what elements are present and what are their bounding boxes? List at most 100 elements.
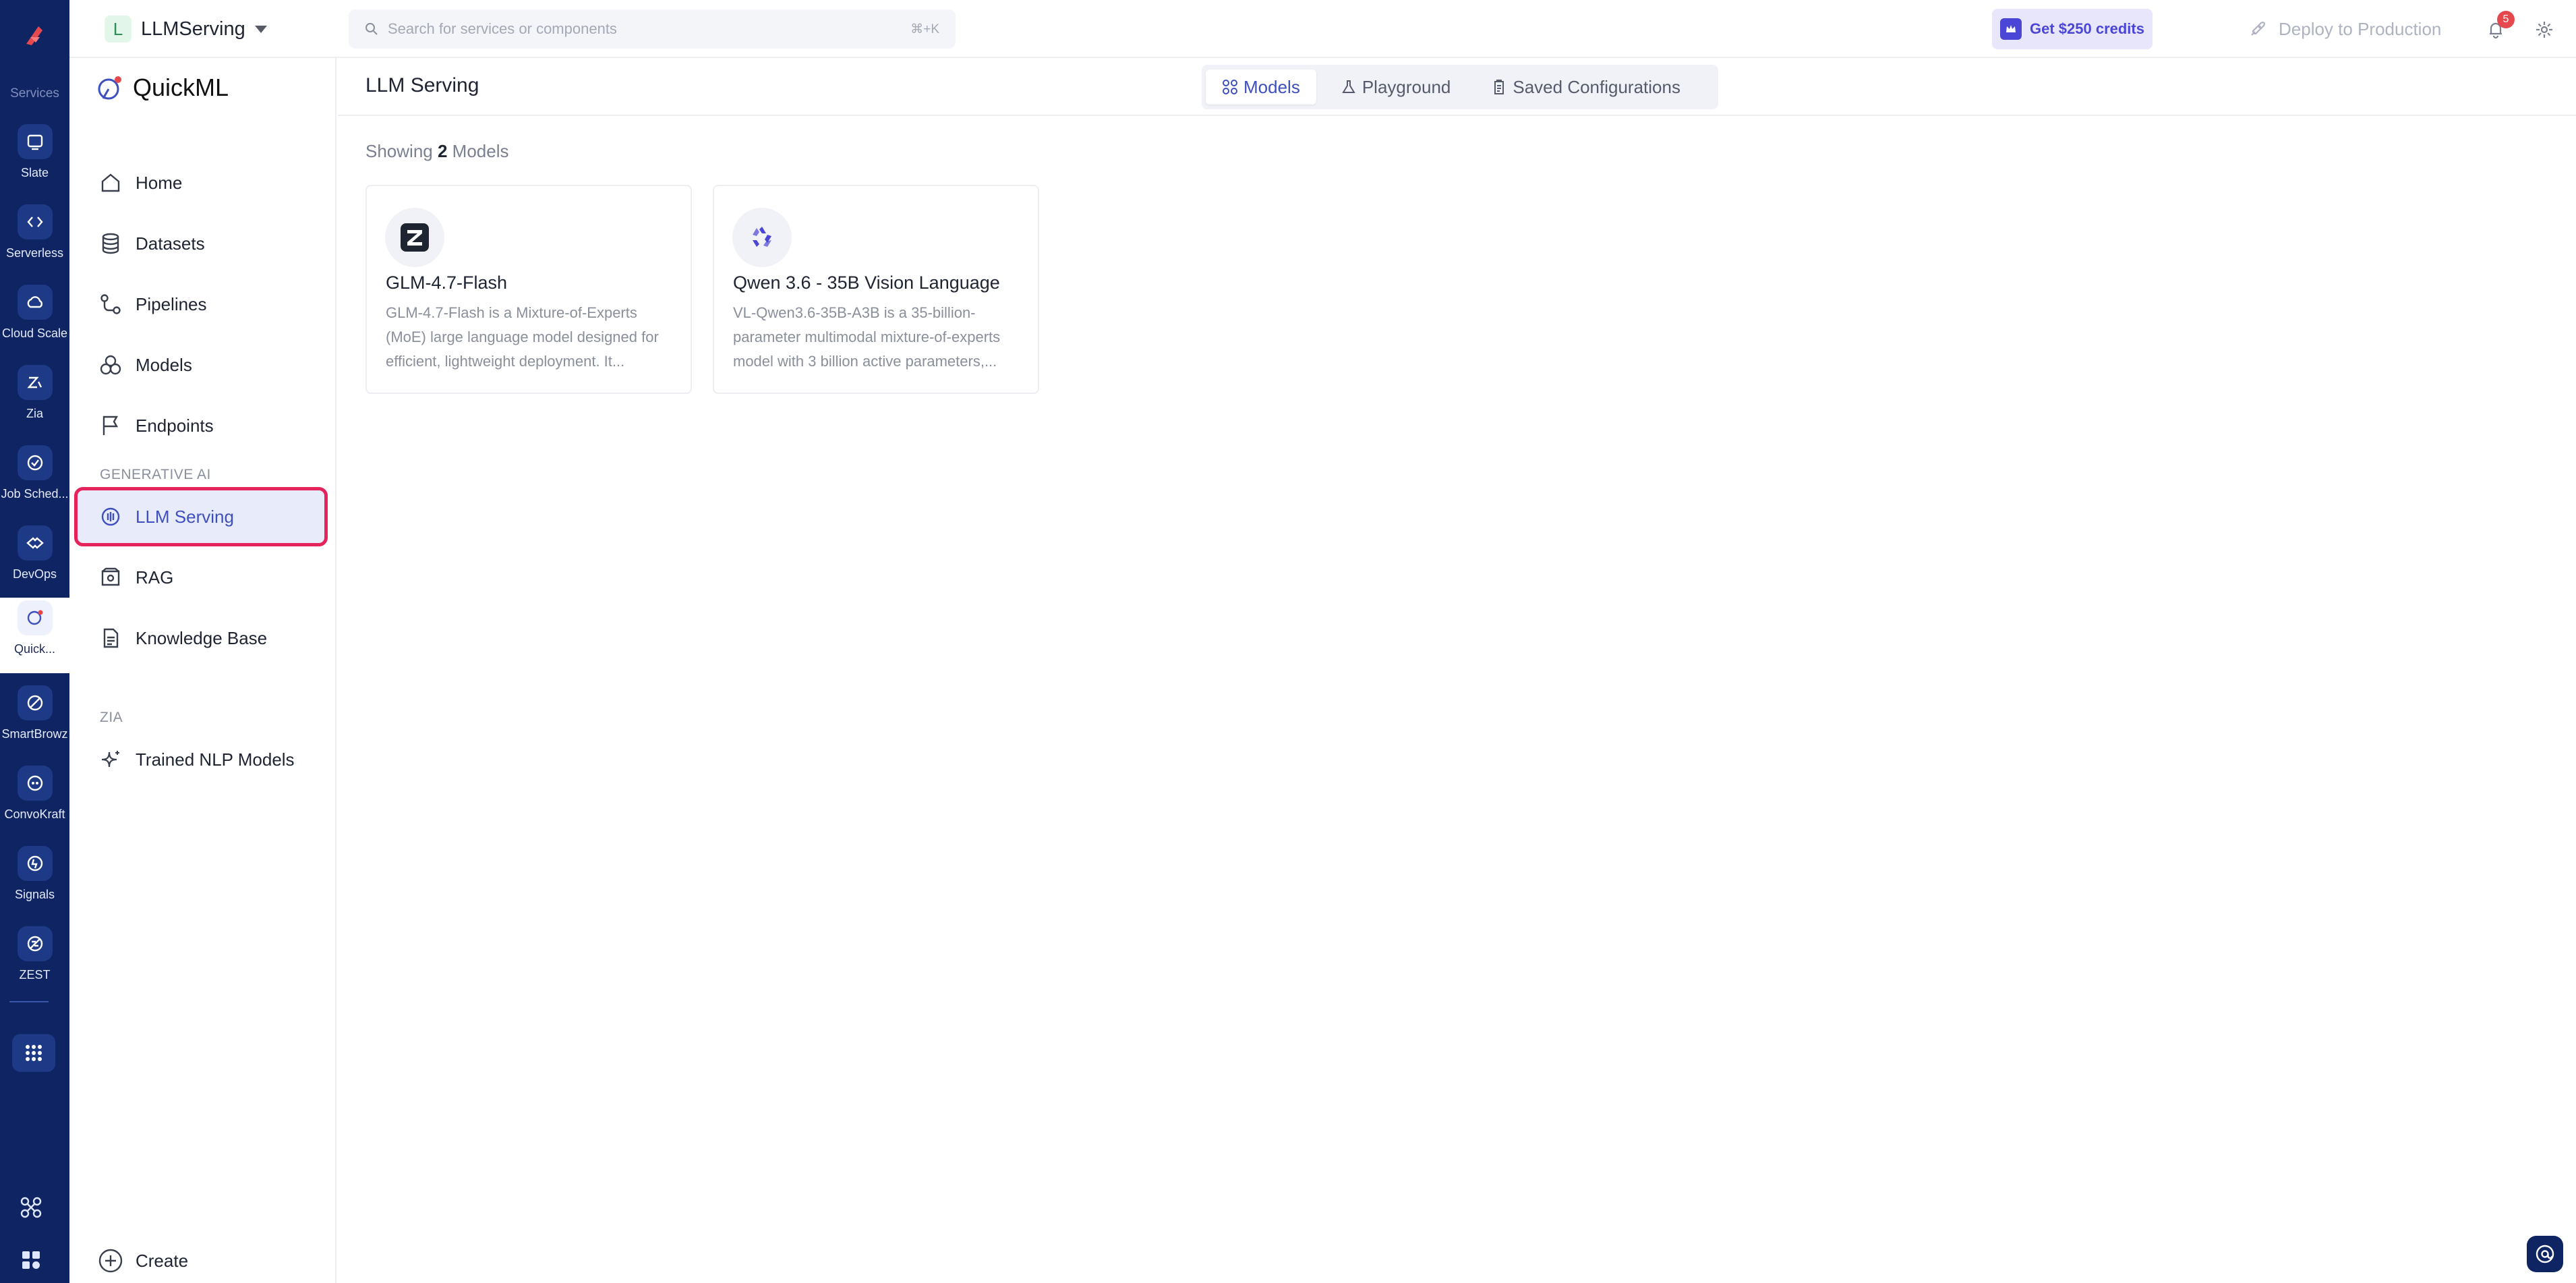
rail-item-label: ZEST bbox=[19, 968, 51, 981]
model-description: VL-Qwen3.6-35B-A3B is a 35-billion-param… bbox=[733, 304, 1001, 370]
rag-icon bbox=[98, 565, 123, 590]
search-bar[interactable]: ⌘+K bbox=[349, 9, 956, 49]
sidebar-item-home[interactable]: Home bbox=[78, 156, 324, 209]
rail-item-label: Signals bbox=[14, 888, 55, 901]
zia-icon bbox=[17, 365, 53, 400]
rail-item-label: DevOps bbox=[12, 567, 57, 581]
sidebar-item-label: Pipelines bbox=[136, 293, 207, 314]
catalyst-logo-icon[interactable] bbox=[15, 16, 54, 55]
rail-item-convokraft[interactable]: ConvoKraft bbox=[0, 763, 69, 838]
model-card-qwen[interactable]: Qwen 3.6 - 35B Vision Language VL-Qwen3.… bbox=[713, 185, 1039, 394]
top-bar: L LLMServing ⌘+K Get $250 credits Deploy… bbox=[69, 0, 2576, 58]
model-name: Qwen 3.6 - 35B Vision Language bbox=[733, 273, 1000, 293]
deploy-to-production-button[interactable]: Deploy to Production bbox=[2248, 12, 2441, 46]
model-card-glm[interactable]: GLM-4.7-Flash GLM-4.7-Flash is a Mixture… bbox=[365, 185, 692, 394]
rail-item-quickml[interactable]: Quick... bbox=[0, 598, 69, 673]
sidebar-item-models[interactable]: Models bbox=[78, 339, 324, 391]
rail-item-serverless[interactable]: Serverless bbox=[0, 202, 69, 277]
quickml-sidebar: QuickML Home Datasets Pipelines Models E… bbox=[69, 58, 336, 1283]
sidebar-item-llm-serving[interactable]: LLM Serving bbox=[74, 487, 328, 546]
rail-item-smartbrowz[interactable]: SmartBrowz bbox=[0, 683, 69, 758]
dashboard-icon[interactable] bbox=[16, 1245, 46, 1275]
search-shortcut: ⌘+K bbox=[910, 22, 939, 36]
tab-label: Playground bbox=[1362, 76, 1451, 97]
tab-models[interactable]: Models bbox=[1206, 69, 1316, 105]
deploy-label: Deploy to Production bbox=[2279, 18, 2442, 39]
sidebar-item-datasets[interactable]: Datasets bbox=[78, 217, 324, 270]
project-name: LLMServing bbox=[141, 18, 245, 40]
sidebar-item-label: RAG bbox=[136, 567, 174, 588]
sidebar-item-pipelines[interactable]: Pipelines bbox=[78, 278, 324, 331]
llm-serving-icon bbox=[98, 504, 123, 530]
all-apps-button[interactable] bbox=[12, 1034, 55, 1072]
rail-item-devops[interactable]: DevOps bbox=[0, 523, 69, 598]
caret-down-icon bbox=[254, 25, 267, 33]
quickml-icon bbox=[17, 600, 53, 635]
view-tabs: Models Playground Saved Configurations bbox=[1202, 65, 1718, 109]
rail-item-label: Quick... bbox=[13, 642, 55, 656]
tab-saved-configurations[interactable]: Saved Configurations bbox=[1475, 69, 1697, 105]
sidebar-item-label: Models bbox=[136, 354, 192, 375]
rail-item-label: Slate bbox=[20, 166, 49, 179]
models-icon bbox=[98, 352, 123, 378]
settings-button[interactable] bbox=[2529, 15, 2559, 45]
qwen-logo-icon bbox=[732, 208, 792, 267]
sidebar-item-rag[interactable]: RAG bbox=[78, 551, 324, 604]
section-label-zia: ZIA bbox=[100, 710, 123, 725]
model-description: GLM-4.7-Flash is a Mixture-of-Experts (M… bbox=[386, 304, 659, 370]
results-count: Showing 2 Models bbox=[365, 141, 509, 162]
page-title: LLM Serving bbox=[365, 74, 479, 96]
rail-item-label: Zia bbox=[26, 407, 43, 420]
create-button[interactable]: Create bbox=[98, 1248, 188, 1274]
rail-item-zia[interactable]: Zia bbox=[0, 362, 69, 438]
tab-playground[interactable]: Playground bbox=[1324, 69, 1467, 105]
sidebar-item-label: Home bbox=[136, 172, 183, 193]
rail-item-label: Serverless bbox=[5, 246, 64, 260]
help-chat-button[interactable] bbox=[2527, 1236, 2563, 1272]
search-input[interactable] bbox=[388, 20, 911, 38]
search-icon bbox=[365, 23, 378, 35]
showing-suffix: Models bbox=[452, 141, 509, 161]
section-label-generative-ai: GENERATIVE AI bbox=[100, 467, 211, 482]
rail-item-zest[interactable]: ZEST bbox=[0, 923, 69, 999]
tab-label: Saved Configurations bbox=[1513, 76, 1680, 97]
sidebar-item-label: Trained NLP Models bbox=[136, 749, 295, 770]
rail-item-job-scheduling[interactable]: Job Sched... bbox=[0, 443, 69, 518]
sidebar-item-endpoints[interactable]: Endpoints bbox=[78, 399, 324, 452]
sidebar-item-label: LLM Serving bbox=[136, 506, 234, 527]
job-scheduling-icon bbox=[17, 445, 53, 480]
sidebar-item-label: Datasets bbox=[136, 233, 205, 254]
brand-name: QuickML bbox=[133, 74, 229, 101]
pipeline-icon bbox=[98, 291, 123, 317]
signals-icon bbox=[17, 846, 53, 881]
services-title: Services bbox=[10, 86, 59, 101]
rail-item-label: SmartBrowz bbox=[1, 727, 68, 741]
project-initial-badge: L bbox=[105, 16, 131, 42]
database-icon bbox=[98, 231, 123, 256]
rail-item-cloud-scale[interactable]: Cloud Scale bbox=[0, 282, 69, 358]
rail-item-slate[interactable]: Slate bbox=[0, 121, 69, 197]
rail-item-label: ConvoKraft bbox=[4, 807, 65, 821]
project-switcher[interactable]: L LLMServing bbox=[105, 13, 267, 45]
get-credits-button[interactable]: Get $250 credits bbox=[1992, 9, 2153, 49]
gift-icon bbox=[2000, 18, 2022, 40]
plus-circle-icon bbox=[98, 1249, 123, 1273]
quickml-brand[interactable]: QuickML bbox=[94, 72, 229, 104]
clipboard-icon bbox=[1494, 80, 1504, 94]
sidebar-item-trained-nlp-models[interactable]: Trained NLP Models bbox=[78, 733, 324, 786]
smartbrowz-icon bbox=[17, 685, 53, 720]
rail-divider bbox=[9, 1001, 49, 1002]
rail-item-signals[interactable]: Signals bbox=[0, 843, 69, 919]
convokraft-icon bbox=[17, 766, 53, 801]
notifications-button[interactable]: 5 bbox=[2481, 11, 2515, 45]
quickml-logo-icon bbox=[98, 76, 121, 100]
sidebar-item-label: Endpoints bbox=[136, 415, 214, 436]
showing-count: 2 bbox=[437, 141, 448, 161]
zest-icon bbox=[17, 926, 53, 961]
integrations-icon[interactable] bbox=[16, 1193, 46, 1222]
sidebar-item-knowledge-base[interactable]: Knowledge Base bbox=[78, 612, 324, 664]
gear-icon bbox=[2536, 22, 2552, 38]
tab-label: Models bbox=[1243, 76, 1300, 97]
document-icon bbox=[98, 625, 123, 651]
rail-item-label: Job Sched... bbox=[1, 487, 69, 501]
